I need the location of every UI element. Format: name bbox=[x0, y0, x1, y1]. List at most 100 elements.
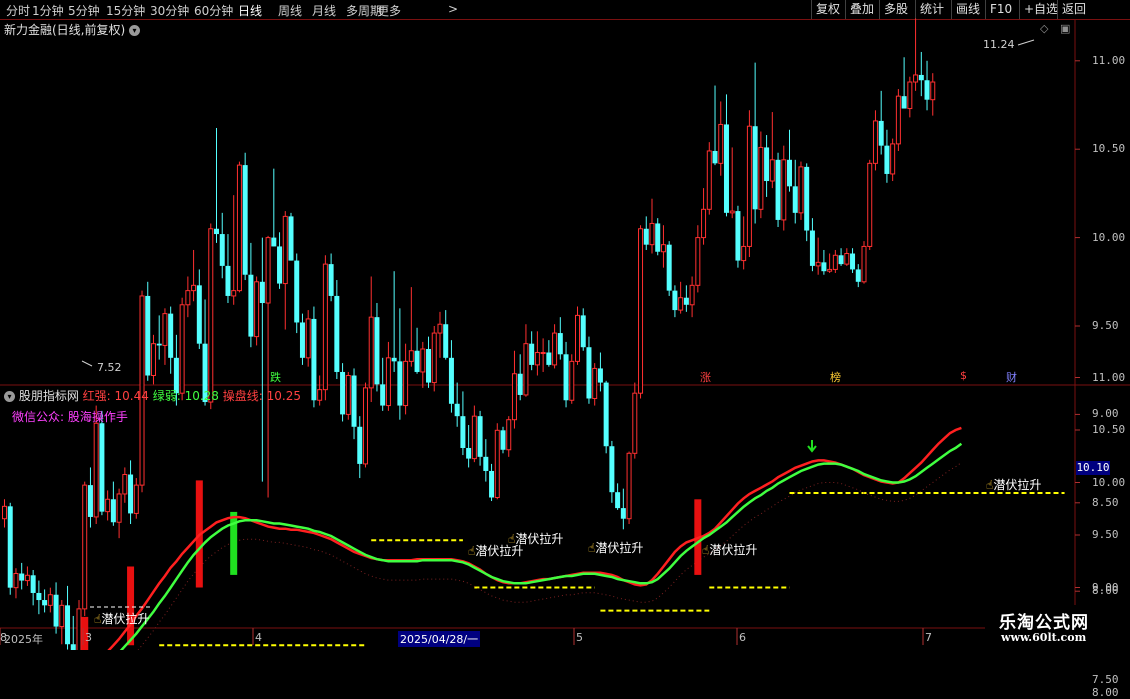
candle-body bbox=[299, 322, 305, 358]
event-marker[interactable]: 财 bbox=[1006, 369, 1017, 385]
candle-body bbox=[431, 332, 437, 384]
candle-body bbox=[340, 371, 346, 415]
candle-body bbox=[855, 269, 861, 282]
candle-body bbox=[603, 382, 609, 447]
diamond-icon[interactable]: ◇ bbox=[1040, 22, 1048, 35]
candle-body bbox=[460, 416, 466, 448]
watermark-brand: 乐淘公式网 bbox=[999, 613, 1089, 633]
signal-label: ☝潜伏拉升 bbox=[588, 539, 643, 556]
x-tick-label: 7 bbox=[925, 631, 932, 644]
candle-body bbox=[191, 284, 197, 292]
x-tick-label: 3 bbox=[85, 631, 92, 644]
candle-body bbox=[746, 125, 752, 247]
candle-body bbox=[408, 350, 414, 362]
y-tick-label: 11.00 bbox=[1092, 370, 1126, 384]
event-marker[interactable]: 跌 bbox=[270, 369, 281, 385]
candle-body bbox=[305, 318, 311, 359]
candle-body bbox=[660, 244, 666, 253]
candle-body bbox=[471, 415, 477, 460]
candle-body bbox=[809, 230, 815, 266]
red-strong-value: 红强: 10.44 bbox=[82, 389, 149, 403]
chart-canvas bbox=[0, 18, 1130, 650]
green-weak-value: 绿弱: 10.28 bbox=[152, 389, 219, 403]
signal-label: ☝潜伏拉升 bbox=[702, 541, 757, 558]
chevron-down-icon[interactable]: ▾ bbox=[4, 391, 15, 402]
candle-body bbox=[546, 352, 552, 365]
signal-text: 潜伏拉升 bbox=[709, 543, 758, 557]
candle-body bbox=[758, 146, 764, 210]
x-tick-label: 4 bbox=[255, 631, 262, 644]
candle-body bbox=[116, 493, 122, 523]
indicator-title: 股朋指标网 bbox=[18, 389, 79, 403]
candle-body bbox=[322, 263, 328, 391]
candle-body bbox=[254, 281, 260, 338]
candle-body bbox=[70, 644, 76, 650]
candle-body bbox=[265, 237, 271, 304]
candle-body bbox=[666, 244, 672, 291]
candle-body bbox=[76, 608, 82, 650]
candle-body bbox=[242, 165, 248, 275]
candle-body bbox=[443, 324, 449, 358]
candle-body bbox=[930, 81, 936, 101]
x-tick-label: 8 bbox=[0, 631, 7, 644]
x-tick-label: 6 bbox=[739, 631, 746, 644]
candle-body bbox=[477, 416, 483, 457]
candle-body bbox=[907, 81, 913, 110]
y-tick-label: 10.50 bbox=[1092, 423, 1126, 436]
candle-body bbox=[723, 124, 729, 213]
candle-body bbox=[345, 375, 351, 415]
candle-body bbox=[838, 255, 844, 265]
candle-body bbox=[775, 159, 781, 220]
candle-body bbox=[729, 210, 735, 214]
event-marker[interactable]: 榜 bbox=[830, 369, 841, 385]
event-marker[interactable]: 涨 bbox=[700, 369, 711, 385]
y-tick-label: 10.00 bbox=[1092, 475, 1126, 489]
signal-label: ☝潜伏拉升 bbox=[508, 530, 563, 547]
y-tick-label: 10.00 bbox=[1092, 230, 1126, 244]
candle-body bbox=[374, 317, 380, 385]
candle-body bbox=[328, 264, 334, 296]
candle-body bbox=[792, 186, 798, 213]
candle-body bbox=[483, 456, 489, 471]
candle-body bbox=[540, 352, 546, 355]
candle-body bbox=[357, 426, 363, 464]
y-tick-label: 7.50 bbox=[1092, 672, 1119, 686]
candle-body bbox=[506, 419, 512, 451]
high-arrow bbox=[1017, 39, 1035, 46]
signal-text: 潜伏拉升 bbox=[515, 532, 564, 546]
candle-body bbox=[769, 159, 775, 182]
watermark-url: www.60lt.com bbox=[1001, 631, 1087, 644]
candle-body bbox=[150, 343, 156, 377]
signal-text: 潜伏拉升 bbox=[993, 478, 1042, 492]
candle-body bbox=[403, 360, 409, 407]
signal-text: 潜伏拉升 bbox=[595, 541, 644, 555]
candle-body bbox=[861, 245, 867, 283]
candle-body bbox=[872, 120, 878, 164]
candle-body bbox=[214, 228, 220, 235]
candle-body bbox=[47, 594, 53, 606]
cursor-date-label: 2025/04/28/一 bbox=[398, 631, 481, 647]
candle-body bbox=[626, 452, 632, 520]
candle-body bbox=[13, 573, 19, 589]
candle-body bbox=[248, 274, 254, 337]
window-icon[interactable]: ▣ bbox=[1060, 22, 1070, 35]
candle-body bbox=[82, 484, 88, 610]
event-marker[interactable]: $ bbox=[960, 369, 967, 382]
candle-body bbox=[311, 318, 317, 401]
candle-body bbox=[219, 234, 225, 266]
candle-body bbox=[867, 162, 873, 247]
candle-body bbox=[156, 343, 162, 346]
candle-body bbox=[208, 228, 214, 403]
candle-body bbox=[168, 313, 174, 358]
candle-body bbox=[466, 447, 472, 459]
candle-body bbox=[351, 375, 357, 427]
signal-label: ☝潜伏拉升 bbox=[986, 476, 1041, 493]
chevron-down-icon[interactable]: ▾ bbox=[129, 25, 141, 36]
candle-body bbox=[712, 150, 718, 164]
candle-body bbox=[110, 499, 116, 523]
candle-body bbox=[597, 368, 603, 383]
candle-body bbox=[2, 505, 7, 520]
stock-title: 新力金融(日线,前复权) ▾ bbox=[4, 21, 141, 38]
y-tick-label: 8.00 bbox=[1092, 685, 1119, 699]
aux-dotted-line bbox=[137, 462, 962, 650]
